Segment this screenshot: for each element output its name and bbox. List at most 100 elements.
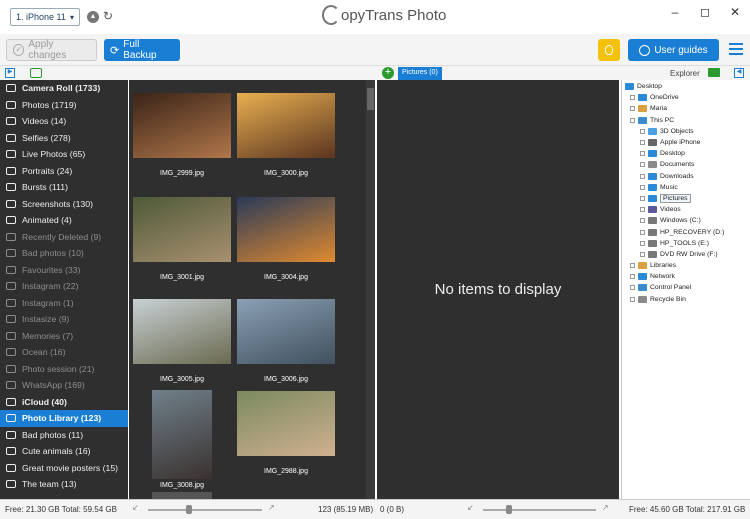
photo-thumbnail[interactable] [237,391,335,456]
tree-node[interactable]: Videos [622,204,750,215]
sidebar-item[interactable]: Instagram (1) [0,295,128,312]
photo-thumbnail[interactable] [237,299,335,364]
hamburger-menu-icon[interactable] [729,43,743,55]
tree-node[interactable]: HP_RECOVERY (D:) [622,226,750,237]
sidebar-item[interactable]: WhatsApp (169) [0,377,128,394]
sidebar-item[interactable]: Camera Roll (1733) [0,80,128,97]
shrink-icon[interactable]: ↙ [132,503,139,512]
photo-thumbnail[interactable] [133,299,231,364]
folder-icon[interactable] [708,68,720,77]
sidebar-item[interactable]: Selfies (278) [0,130,128,147]
tree-node[interactable]: Music [622,182,750,193]
new-album-icon[interactable] [30,68,42,78]
thumbnail-size-slider[interactable] [148,509,262,511]
sidebar-item[interactable]: Screenshots (130) [0,196,128,213]
expand-toggle[interactable] [640,240,645,246]
sidebar-item[interactable]: Ocean (16) [0,344,128,361]
sidebar-item[interactable]: Cute animals (16) [0,443,128,460]
expand-toggle[interactable] [640,195,645,201]
tree-node[interactable]: Downloads [622,171,750,182]
sidebar-item[interactable]: Portraits (24) [0,163,128,180]
photo-thumbnail[interactable] [237,197,335,262]
tree-node[interactable]: Windows (C:) [622,215,750,226]
sidebar-item[interactable]: The team (13) [0,476,128,493]
close-icon[interactable]: ✕ [720,0,750,24]
sidebar-item[interactable]: Photo session (21) [0,361,128,378]
photo-thumbnail[interactable] [133,197,231,262]
tree-node[interactable]: Network [622,271,750,282]
expand-toggle[interactable] [630,106,635,112]
expand-toggle[interactable] [630,296,635,302]
expand-toggle[interactable] [640,251,645,257]
tree-node[interactable]: Recycle Bin [622,294,750,305]
sidebar-item[interactable]: Instasize (9) [0,311,128,328]
expand-toggle[interactable] [630,274,635,280]
full-backup-button[interactable]: ⟳ Full Backup [104,39,180,61]
tree-node[interactable]: Documents [622,159,750,170]
minimize-icon[interactable]: – [660,0,690,24]
expand-toggle[interactable] [630,117,635,123]
expand-toggle[interactable] [640,151,645,157]
tree-node[interactable]: Control Panel [622,282,750,293]
maximize-icon[interactable]: ◻ [690,0,720,24]
slider-knob[interactable] [186,505,192,514]
tree-node[interactable]: DVD RW Drive (F:) [622,249,750,260]
eject-icon[interactable]: ▲ [87,11,99,23]
shrink-icon[interactable]: ↙ [467,503,474,512]
tree-node[interactable]: Libraries [622,260,750,271]
device-panel-icon[interactable]: ▶ [5,68,15,78]
thumbnail-size-slider[interactable] [483,509,596,511]
lightbulb-button[interactable] [598,39,620,61]
tree-node[interactable]: Apple iPhone [622,137,750,148]
expand-toggle[interactable] [630,285,635,291]
expand-toggle[interactable] [640,128,645,134]
expand-toggle[interactable] [640,184,645,190]
sidebar-item[interactable]: Videos (14) [0,113,128,130]
refresh-icon[interactable]: ↻ [103,9,113,23]
tree-node[interactable]: This PC [622,115,750,126]
sidebar-item[interactable]: Memories (7) [0,328,128,345]
sidebar-item[interactable]: iCloud (40) [0,394,128,411]
tree-node[interactable]: Maria [622,103,750,114]
photo-thumbnail[interactable] [133,93,231,158]
slider-knob[interactable] [506,505,512,514]
expand-toggle[interactable] [640,162,645,168]
sidebar-item[interactable]: Photo Library (123) [0,410,128,427]
tree-node[interactable]: Pictures [622,193,750,204]
user-guides-button[interactable]: User guides [628,39,719,61]
expand-icon[interactable]: ↗ [602,503,609,512]
sidebar-item[interactable]: Great movie posters (15) [0,460,128,477]
sidebar-item[interactable]: Instagram (22) [0,278,128,295]
apply-changes-button[interactable]: ✓ Apply changes [6,39,97,61]
photo-thumbnail[interactable] [152,390,212,479]
sidebar-item[interactable]: Bad photos (10) [0,245,128,262]
expand-toggle[interactable] [640,218,645,224]
pc-panel-icon[interactable]: ◀ [734,68,744,78]
sidebar-item[interactable]: Photos (1719) [0,97,128,114]
tree-node[interactable]: OneDrive [622,92,750,103]
expand-toggle[interactable] [640,173,645,179]
sidebar-item[interactable]: Recently Deleted (9) [0,229,128,246]
expand-toggle[interactable] [640,140,645,146]
sidebar-item[interactable]: Bad photos (11) [0,427,128,444]
photo-thumbnail[interactable] [152,492,212,499]
tab-pictures[interactable]: Pictures (0) [398,67,442,80]
expand-icon[interactable]: ↗ [268,503,275,512]
expand-toggle[interactable] [640,207,645,213]
sidebar-item[interactable]: Bursts (111) [0,179,128,196]
photo-thumbnail[interactable] [237,93,335,158]
scrollbar-thumb[interactable] [367,88,374,110]
sidebar-item[interactable]: Live Photos (65) [0,146,128,163]
device-selector[interactable]: 1. iPhone 11 ▾ [10,8,80,26]
tree-node[interactable]: HP_TOOLS (E:) [622,238,750,249]
grid-scrollbar[interactable] [366,80,375,499]
expand-toggle[interactable] [630,263,635,269]
tree-node[interactable]: Desktop [622,81,750,92]
expand-toggle[interactable] [640,229,645,235]
sidebar-item[interactable]: Animated (4) [0,212,128,229]
tree-node[interactable]: Desktop [622,148,750,159]
sidebar-item[interactable]: Favourites (33) [0,262,128,279]
add-item-icon[interactable]: + [382,67,394,79]
tree-node[interactable]: 3D Objects [622,126,750,137]
expand-toggle[interactable] [630,95,635,101]
